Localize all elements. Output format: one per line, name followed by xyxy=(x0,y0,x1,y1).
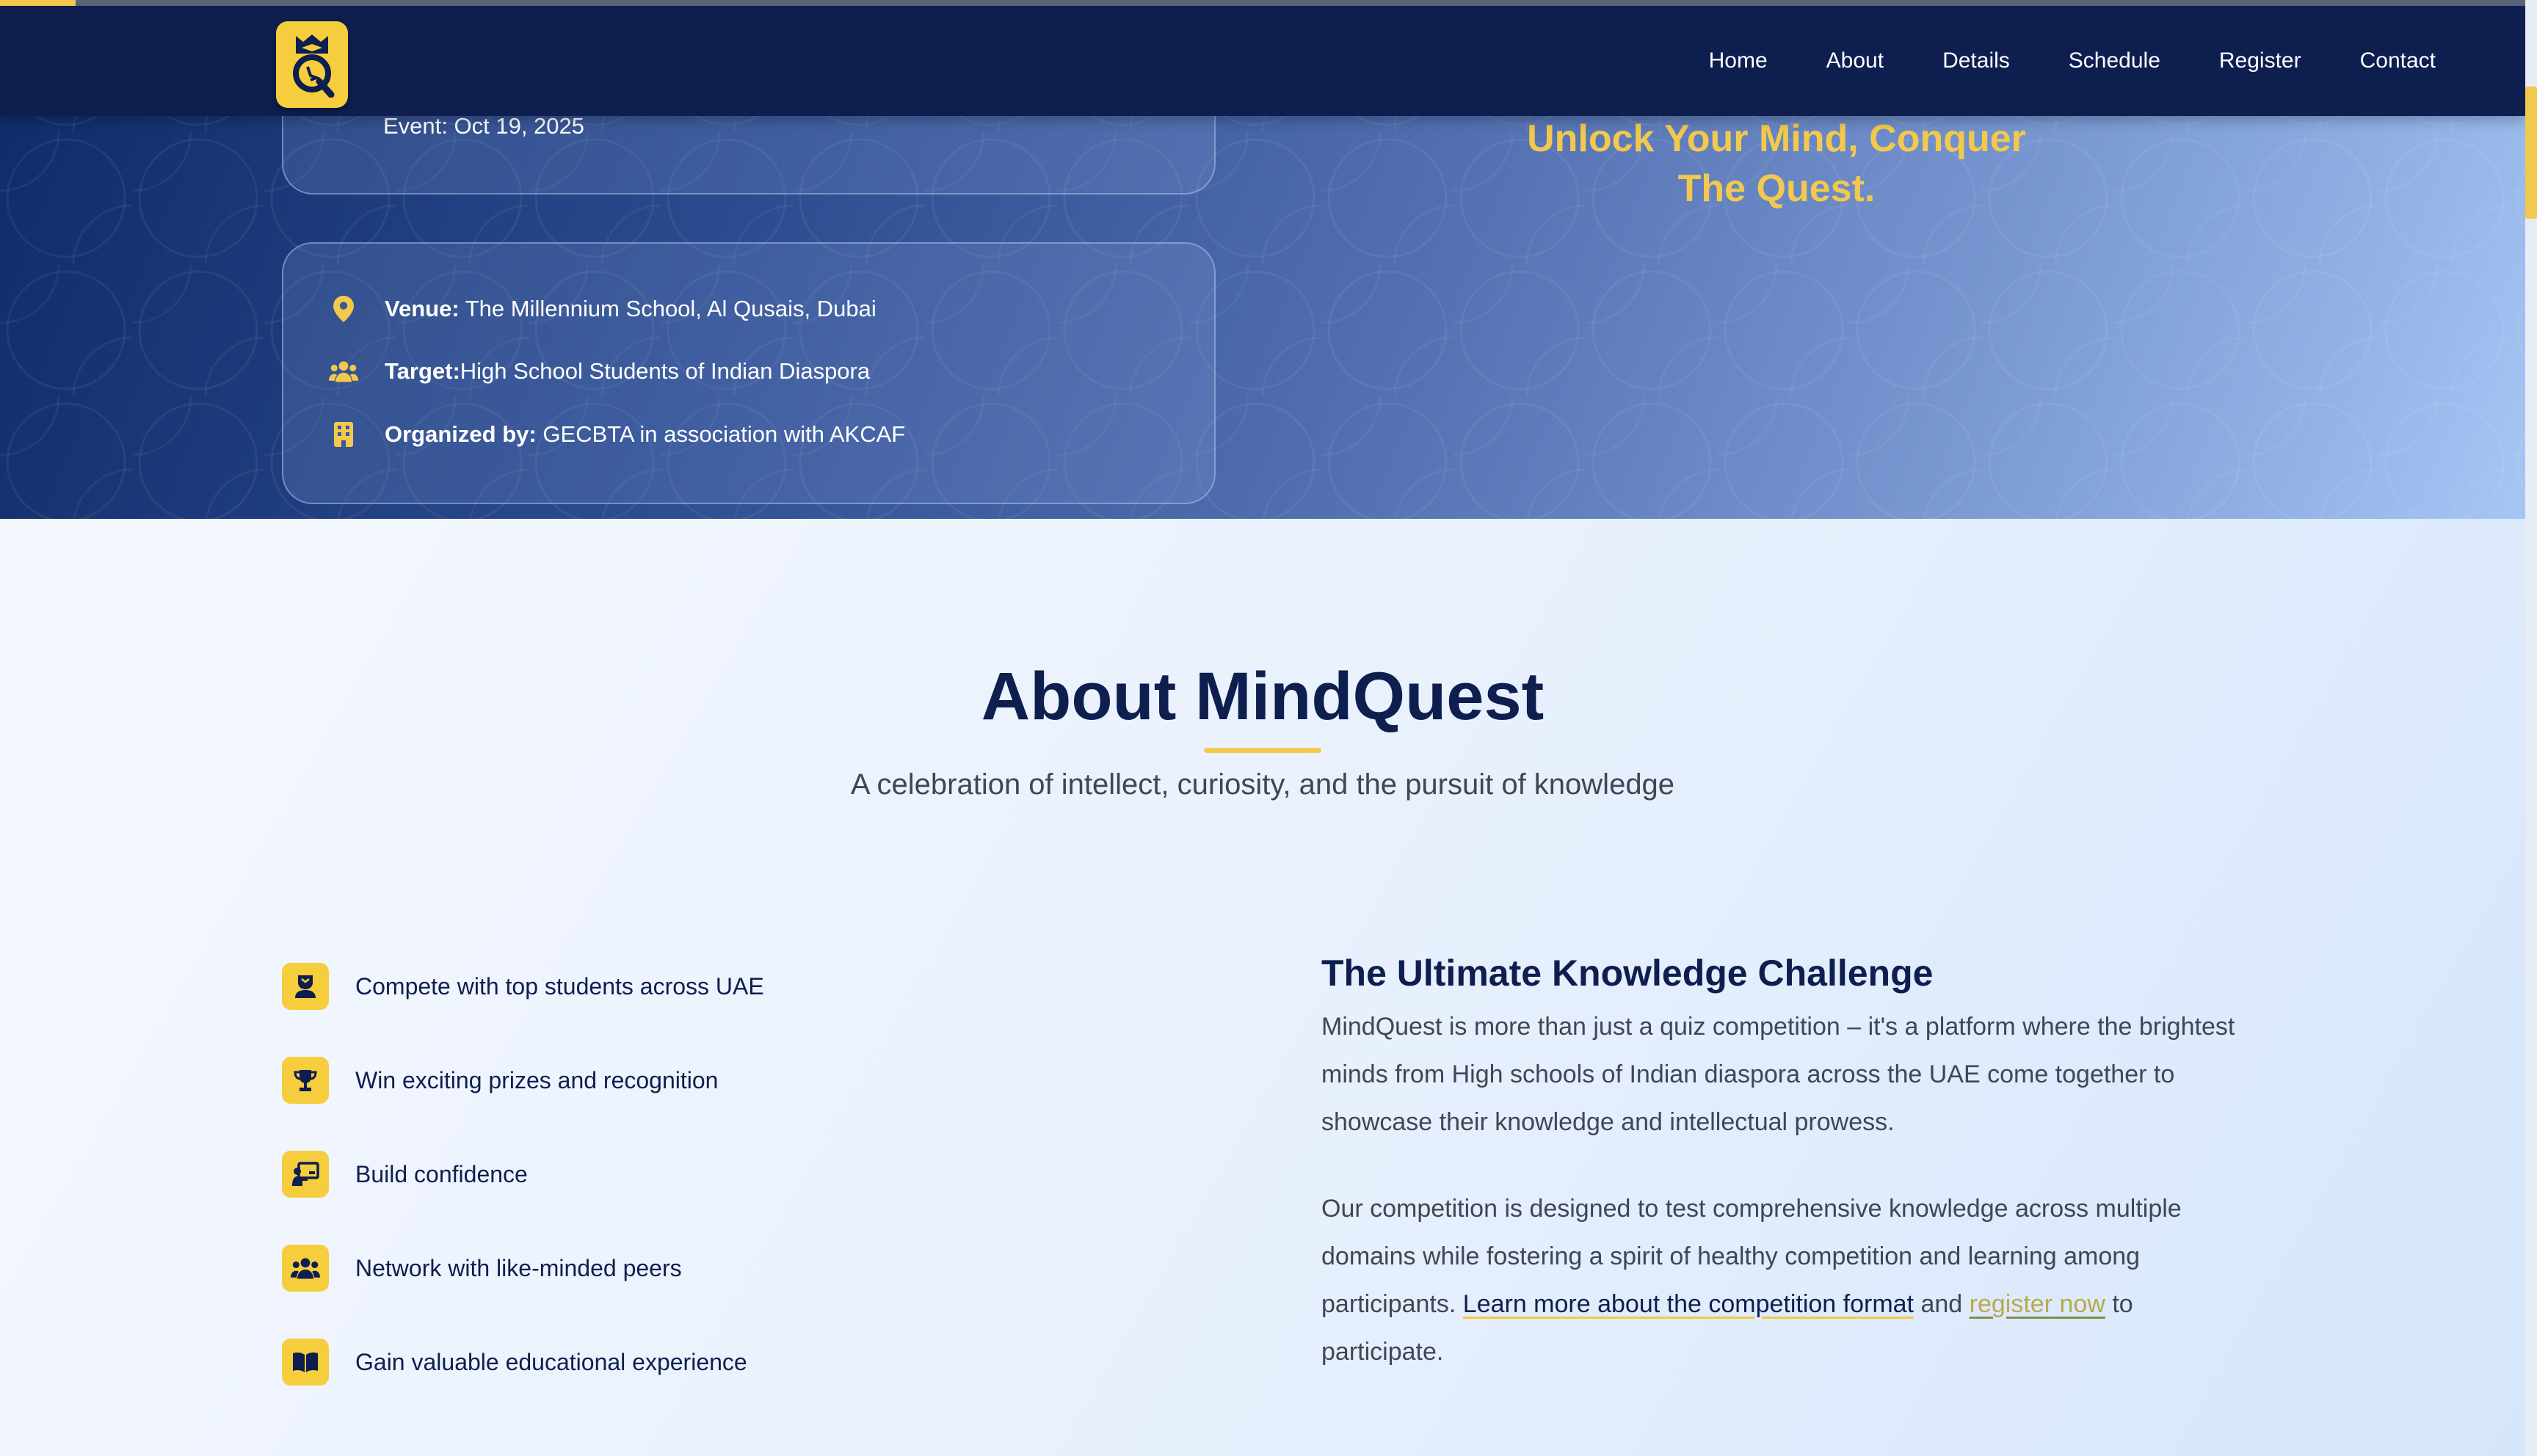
organizer-row: Organized by: GECBTA in association with… xyxy=(329,421,905,448)
scroll-progress-fill xyxy=(0,0,76,6)
navbar: Home About Details Schedule Register Con… xyxy=(0,6,2525,116)
target-label: Target: xyxy=(385,358,460,384)
nav-links: Home About Details Schedule Register Con… xyxy=(1650,6,2436,116)
event-date-text: Event: Oct 19, 2025 xyxy=(383,113,585,139)
event-info-card: Venue: The Millennium School, Al Qusais,… xyxy=(282,242,1216,504)
nav-details[interactable]: Details xyxy=(1942,48,2010,73)
target-row: Target:High School Students of Indian Di… xyxy=(329,358,870,385)
title-underline xyxy=(1204,748,1321,753)
register-now-link[interactable]: register now xyxy=(1970,1290,2105,1318)
venue-label: Venue: xyxy=(385,296,460,321)
trophy-icon xyxy=(282,1057,329,1104)
mindquest-logo[interactable] xyxy=(276,21,348,108)
hero-tagline: Unlock Your Mind, Conquer The Quest. xyxy=(1483,114,2070,214)
venue-row: Venue: The Millennium School, Al Qusais,… xyxy=(329,295,876,323)
challenge-heading: The Ultimate Knowledge Challenge xyxy=(1321,953,1934,994)
tagline-line-1: Unlock Your Mind, Conquer xyxy=(1527,117,2026,160)
nav-register[interactable]: Register xyxy=(2219,48,2301,73)
feature-text: Network with like-minded peers xyxy=(355,1254,682,1281)
organizer-value: GECBTA in association with AKCAF xyxy=(542,421,906,447)
about-paragraph-1: MindQuest is more than just a quiz compe… xyxy=(1321,1013,2235,1136)
map-pin-icon xyxy=(329,295,358,323)
feature-text: Build confidence xyxy=(355,1160,528,1187)
and-text: and xyxy=(1920,1290,1963,1318)
logo-emblem-icon xyxy=(293,34,335,98)
about-paragraph-2: Our competition is designed to test comp… xyxy=(1321,1185,2239,1376)
page-scrollbar[interactable] xyxy=(2525,0,2537,1456)
people-icon xyxy=(282,1245,329,1292)
competition-format-link[interactable]: Learn more about the competition format xyxy=(1463,1290,1914,1318)
nav-schedule[interactable]: Schedule xyxy=(2069,48,2160,73)
about-title: About MindQuest xyxy=(981,659,1545,734)
about-subtitle: A celebration of intellect, curiosity, a… xyxy=(850,768,1675,801)
feature-item: Win exciting prizes and recognition xyxy=(282,1057,718,1104)
feature-item: Compete with top students across UAE xyxy=(282,963,764,1010)
tagline-line-2: The Quest. xyxy=(1677,167,1876,210)
scrollbar-thumb[interactable] xyxy=(2525,87,2537,219)
venue-value: The Millennium School, Al Qusais, Dubai xyxy=(465,296,876,321)
nav-home[interactable]: Home xyxy=(1709,48,1768,73)
feature-text: Gain valuable educational experience xyxy=(355,1348,747,1375)
book-icon xyxy=(282,1339,329,1386)
presentation-icon xyxy=(282,1151,329,1198)
student-icon xyxy=(282,963,329,1010)
target-value: High School Students of Indian Diaspora xyxy=(460,358,871,384)
users-icon xyxy=(329,359,358,384)
about-section: About MindQuest A celebration of intelle… xyxy=(0,519,2525,1456)
organizer-label: Organized by: xyxy=(385,421,537,447)
feature-text: Win exciting prizes and recognition xyxy=(355,1066,719,1093)
nav-about[interactable]: About xyxy=(1826,48,1884,73)
feature-text: Compete with top students across UAE xyxy=(355,972,764,1000)
feature-item: Gain valuable educational experience xyxy=(282,1339,747,1386)
building-icon xyxy=(329,421,358,448)
feature-item: Network with like-minded peers xyxy=(282,1245,682,1292)
scroll-progress-bar xyxy=(0,0,2525,6)
nav-contact[interactable]: Contact xyxy=(2360,48,2436,73)
feature-item: Build confidence xyxy=(282,1151,528,1198)
